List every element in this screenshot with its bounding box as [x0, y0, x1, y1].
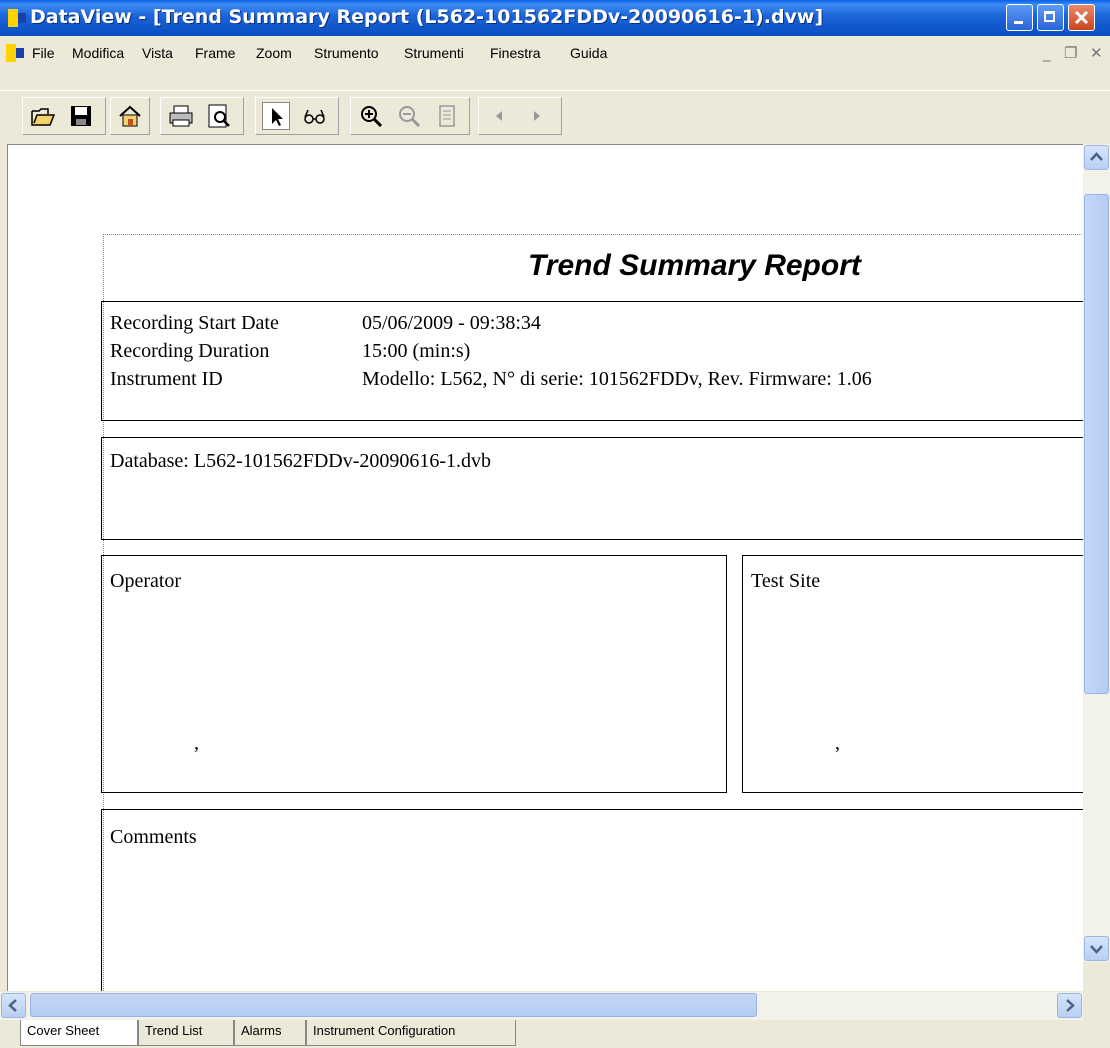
mdi-minimize-button[interactable]: _ [1043, 44, 1051, 62]
scroll-up-icon [1090, 152, 1103, 161]
toolbar-group-zoom [350, 97, 470, 135]
fit-page-icon [439, 105, 455, 127]
vertical-scrollbar[interactable] [1083, 144, 1110, 962]
glasses-icon [304, 109, 325, 124]
menu-zoom[interactable]: Zoom [256, 45, 292, 61]
recording-duration-value: 15:00 (min:s) [362, 340, 471, 362]
comments-label: Comments [110, 826, 197, 848]
save-icon [71, 106, 91, 126]
menu-file[interactable]: File [32, 45, 55, 61]
menu-finestra[interactable]: Finestra [490, 45, 541, 61]
scroll-up-button[interactable] [1084, 145, 1109, 170]
menu-frame[interactable]: Frame [195, 45, 235, 61]
window-title: DataView - [Trend Summary Report (L562-1… [30, 6, 824, 28]
scroll-corner [1083, 992, 1110, 1020]
minimize-icon [1014, 21, 1023, 24]
horizontal-scrollbar[interactable] [0, 992, 1110, 1020]
document-icon[interactable] [6, 44, 24, 62]
test-site-label: Test Site [751, 570, 821, 592]
close-icon [1074, 10, 1089, 25]
zoom-in-button[interactable] [357, 102, 385, 130]
mdi-close-button[interactable]: ✕ [1090, 44, 1103, 62]
test-site-value: , [835, 732, 840, 754]
menu-guida[interactable]: Guida [570, 45, 607, 61]
tab-trend-list[interactable]: Trend List [138, 1020, 234, 1046]
menu-modifica[interactable]: Modifica [72, 45, 124, 61]
pointer-button[interactable] [262, 102, 290, 130]
comments-box: Comments [101, 809, 1083, 991]
zoom-out-button[interactable] [395, 102, 423, 130]
database-box: Database: L562-101562FDDv-20090616-1.dvb [101, 437, 1083, 540]
close-button[interactable] [1068, 4, 1095, 31]
previous-button[interactable] [485, 102, 513, 130]
print-preview-icon [208, 104, 230, 128]
toolbar-group-print [160, 97, 244, 135]
zoom-in-icon [361, 106, 383, 128]
tab-instrument-configuration[interactable]: Instrument Configuration [306, 1020, 516, 1046]
toolbar [0, 90, 1110, 143]
horizontal-scroll-thumb[interactable] [30, 993, 757, 1017]
recording-info-box: Recording Start Date 05/06/2009 - 09:38:… [101, 301, 1083, 421]
open-icon [31, 108, 56, 126]
open-button[interactable] [29, 102, 57, 130]
scroll-left-button[interactable] [1, 993, 26, 1018]
toolbar-group-tools [255, 97, 339, 135]
fit-page-button[interactable] [433, 102, 461, 130]
recording-start-label: Recording Start Date [110, 312, 279, 334]
report-title: Trend Summary Report [528, 249, 861, 282]
scroll-down-icon [1090, 945, 1103, 954]
document-area[interactable]: Trend Summary Report Recording Start Dat… [7, 144, 1083, 991]
operator-label: Operator [110, 570, 182, 592]
scroll-down-button[interactable] [1084, 936, 1109, 961]
maximize-button[interactable] [1037, 4, 1064, 31]
glasses-button[interactable] [300, 102, 328, 130]
save-button[interactable] [67, 102, 95, 130]
print-preview-button[interactable] [205, 102, 233, 130]
zoom-out-icon [399, 106, 421, 128]
print-icon [169, 105, 193, 127]
test-site-box: Test Site , [742, 555, 1083, 793]
tab-alarms[interactable]: Alarms [234, 1020, 306, 1046]
recording-start-value: 05/06/2009 - 09:38:34 [362, 312, 541, 334]
menu-strumento[interactable]: Strumento [314, 45, 379, 61]
menu-bar: File Modifica Vista Frame Zoom Strumento… [0, 36, 1110, 68]
home-button[interactable] [116, 102, 144, 130]
pointer-icon [272, 108, 283, 126]
instrument-id-label: Instrument ID [110, 368, 223, 390]
menu-strumenti[interactable]: Strumenti [404, 45, 464, 61]
maximize-icon [1044, 11, 1055, 22]
toolbar-group-file [22, 97, 106, 135]
tab-cover-sheet[interactable]: Cover Sheet [20, 1020, 138, 1046]
toolbar-group-nav [478, 97, 562, 135]
next-icon [534, 111, 540, 121]
scroll-right-button[interactable] [1057, 993, 1082, 1018]
database-name: Database: L562-101562FDDv-20090616-1.dvb [110, 450, 492, 472]
next-button[interactable] [523, 102, 551, 130]
print-button[interactable] [167, 102, 195, 130]
app-icon [8, 9, 26, 27]
previous-icon [496, 111, 502, 121]
vertical-scroll-thumb[interactable] [1084, 194, 1109, 694]
recording-duration-label: Recording Duration [110, 340, 270, 362]
minimize-button[interactable] [1006, 4, 1033, 31]
scroll-left-icon [8, 999, 17, 1012]
toolbar-group-home [110, 97, 150, 135]
sheet-tab-bar: Cover Sheet Trend List Alarms Instrument… [0, 1020, 1110, 1048]
menu-vista[interactable]: Vista [142, 45, 173, 61]
mdi-restore-button[interactable]: ❐ [1064, 44, 1077, 62]
scroll-right-icon [1066, 999, 1075, 1012]
operator-value: , [194, 732, 199, 754]
home-icon [119, 105, 141, 127]
instrument-id-value: Modello: L562, N° di serie: 101562FDDv, … [362, 368, 872, 390]
operator-box: Operator , [101, 555, 727, 793]
title-bar[interactable]: DataView - [Trend Summary Report (L562-1… [0, 0, 1110, 37]
